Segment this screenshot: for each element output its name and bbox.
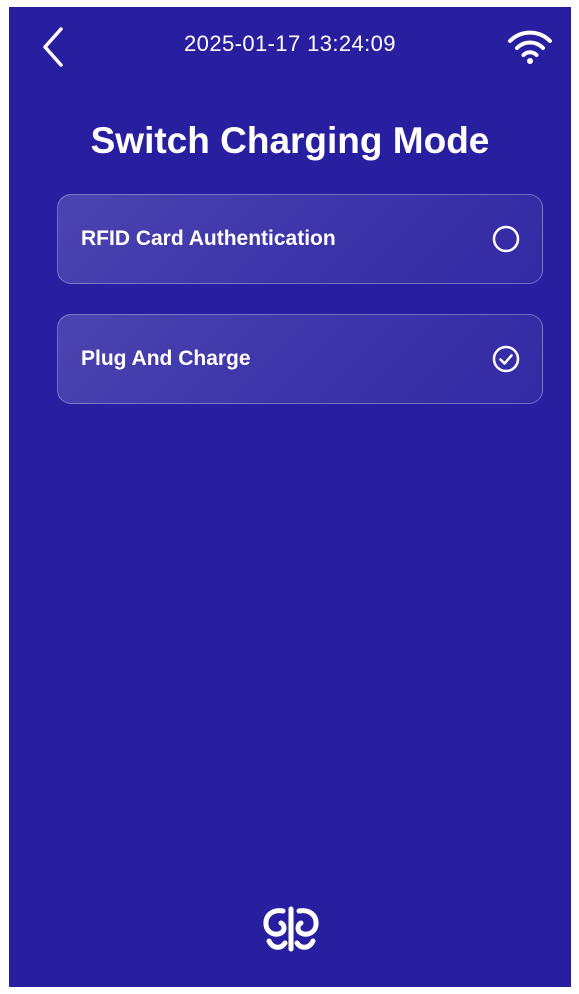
option-rfid-card-authentication[interactable]: RFID Card Authentication	[57, 194, 543, 284]
charging-mode-options: RFID Card Authentication Plug And Charge	[57, 194, 543, 434]
option-label: Plug And Charge	[81, 347, 251, 370]
wifi-icon	[507, 27, 553, 67]
option-label: RFID Card Authentication	[81, 227, 336, 250]
check-circle-icon[interactable]	[492, 345, 520, 373]
brand-logo-icon	[259, 903, 323, 955]
page-title: Switch Charging Mode	[90, 120, 490, 161]
option-plug-and-charge[interactable]: Plug And Charge	[57, 314, 543, 404]
status-datetime: 2025-01-17 13:24:09	[184, 31, 396, 56]
charging-mode-screen: 2025-01-17 13:24:09 Switch Charging Mode…	[9, 7, 571, 987]
status-bar: 2025-01-17 13:24:09	[9, 7, 571, 85]
radio-empty-icon[interactable]	[492, 225, 520, 253]
